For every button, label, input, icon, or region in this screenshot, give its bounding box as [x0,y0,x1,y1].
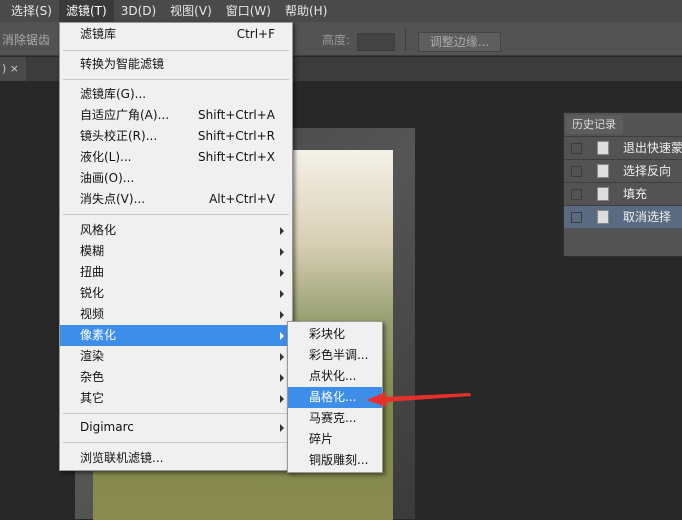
red-arrow-annotation [366,392,471,407]
